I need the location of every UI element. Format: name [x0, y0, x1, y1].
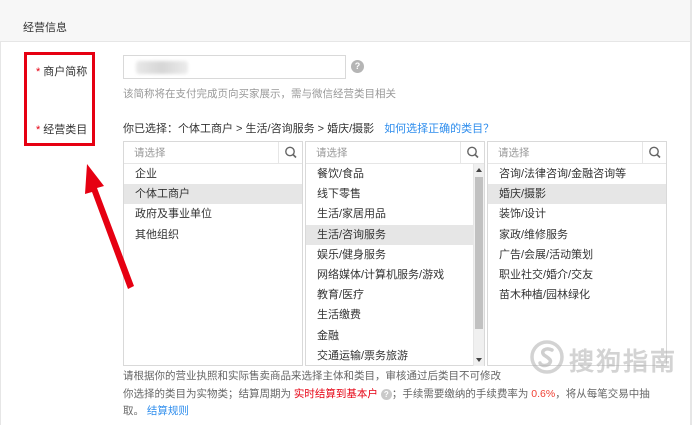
settlement-type: 实时结算到基本户 [293, 388, 378, 400]
watermark: 搜狗指南 [525, 336, 690, 378]
sogou-logo-icon [530, 340, 564, 374]
settlement-rules-link[interactable]: 结算规则 [147, 405, 189, 417]
settlement-note: 你选择的类目为实物类；结算周期为 实时结算到基本户 ? ；手续需要缴纳的手续费率为… [123, 388, 650, 400]
category-note: 请根据你的营业执照和实际售卖商品来选择主体和类目，审核通过后类目不可修改 [123, 370, 501, 382]
watermark-text: 搜狗指南 [569, 348, 678, 376]
question-icon[interactable]: ? [380, 388, 392, 400]
settlement-rules-line: 取。 结算规则 [123, 405, 189, 417]
fee-rate: 0.6% [531, 388, 556, 400]
